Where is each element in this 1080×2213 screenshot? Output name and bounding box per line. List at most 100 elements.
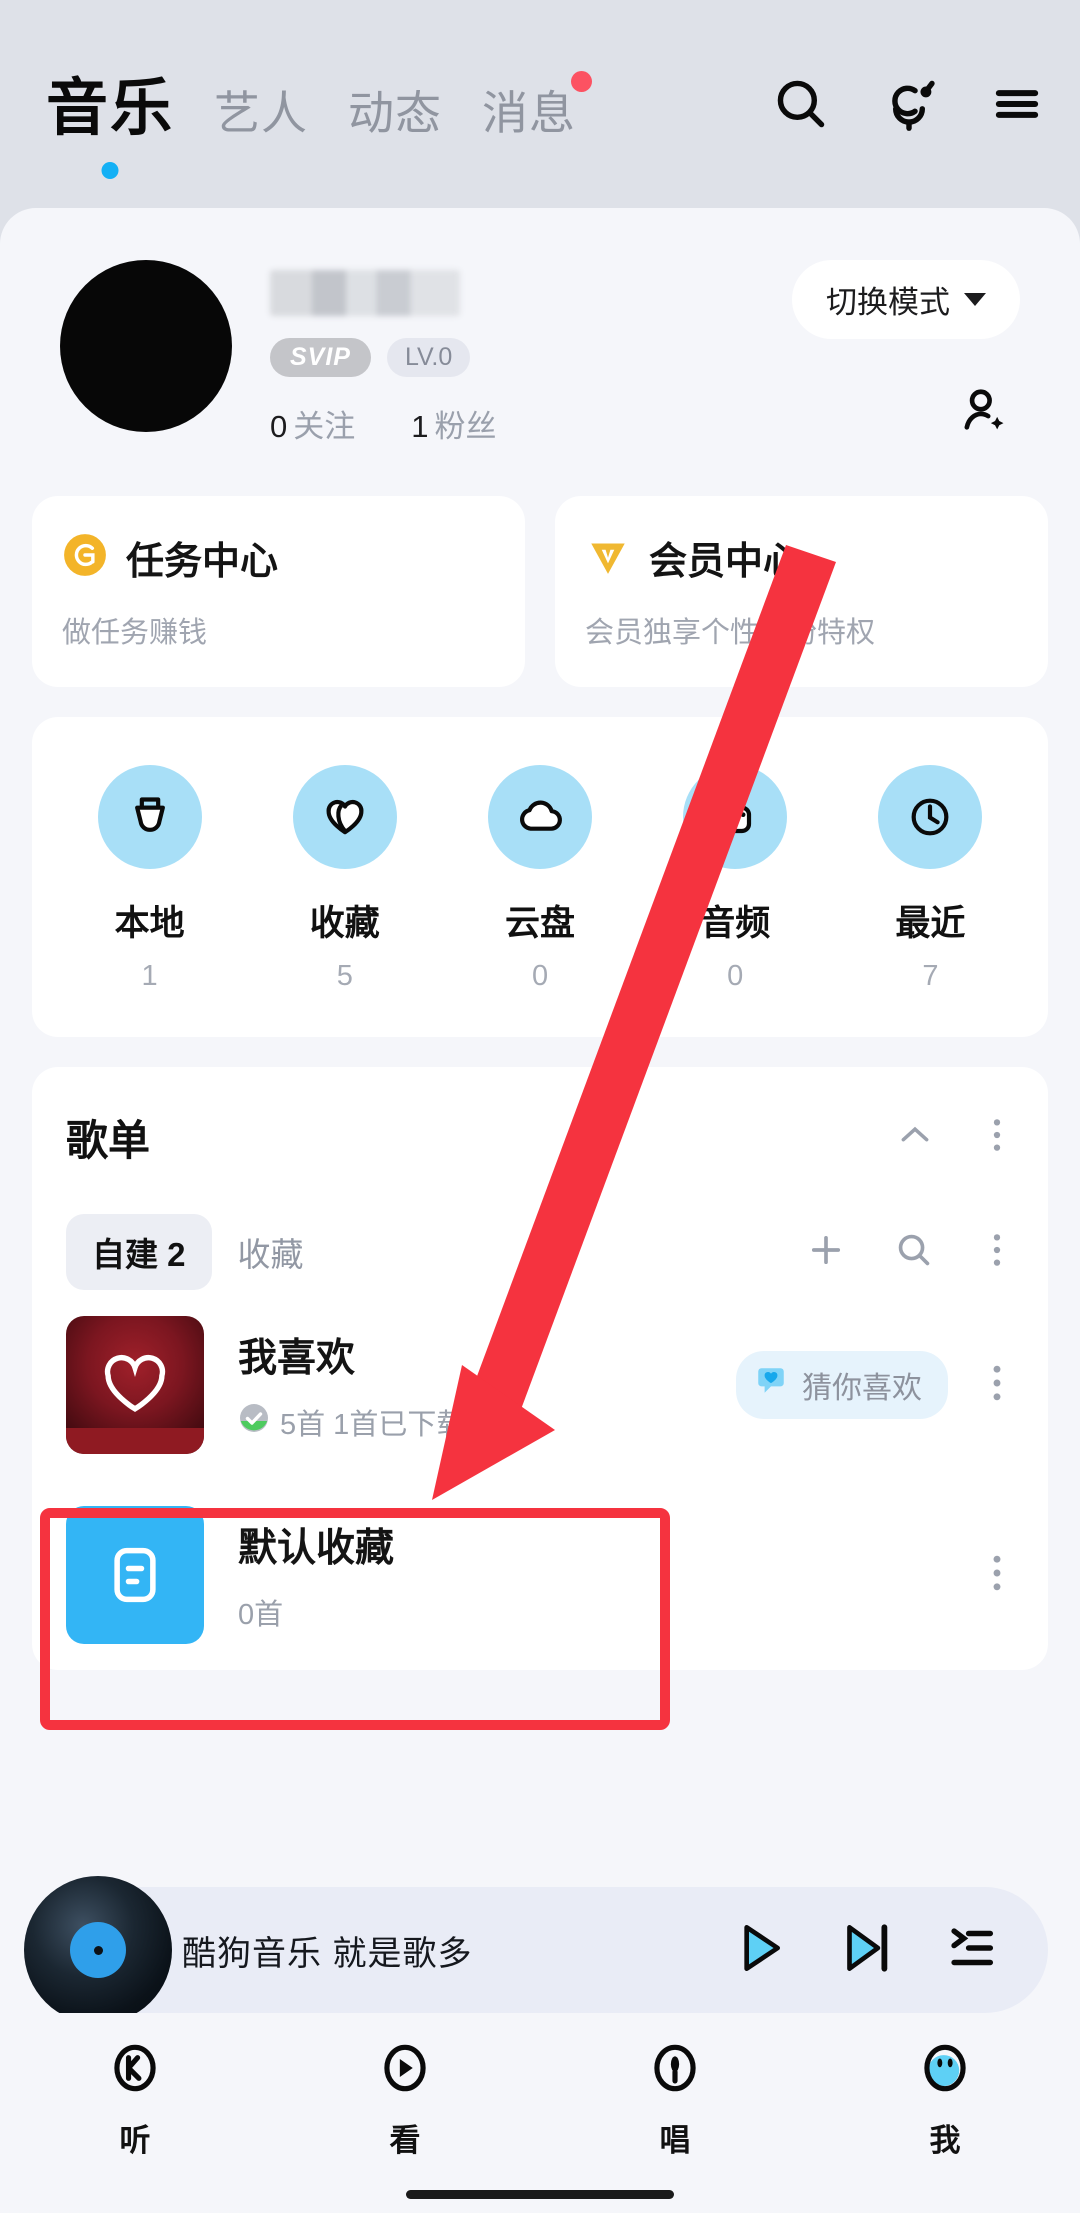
- plus-icon[interactable]: [804, 1228, 848, 1277]
- stat-followers-value: 1: [411, 409, 429, 444]
- switch-mode-button[interactable]: 切换模式: [792, 260, 1020, 339]
- stat-following-label: 关注: [293, 409, 356, 444]
- quick-item-favorite[interactable]: 收藏 5: [247, 765, 442, 993]
- playlist-info: 我喜欢 5首 1首已下载: [238, 1327, 465, 1443]
- task-center-title: 任务中心: [126, 541, 279, 583]
- nav-item-me[interactable]: 我: [810, 2035, 1080, 2160]
- tab-feed-label: 动态: [348, 87, 443, 139]
- quick-item-local[interactable]: 本地 1: [52, 765, 247, 993]
- vinyl-record-icon[interactable]: [24, 1876, 172, 2024]
- tab-messages[interactable]: 消息: [482, 71, 593, 147]
- quick-item-recent-count: 7: [922, 960, 939, 992]
- tab-artist[interactable]: 艺人: [214, 77, 308, 147]
- tab-feed[interactable]: 动态: [348, 77, 442, 147]
- mini-player-title: 酷狗音乐 就是歌多: [182, 1934, 473, 1973]
- vinyl-label: [70, 1922, 126, 1978]
- bottom-navigation: 听 看 唱 我: [0, 2013, 1080, 2213]
- profile-stats: 0 关注 1 粉丝: [270, 401, 497, 446]
- audio-radio-icon: [683, 765, 788, 869]
- playlist-meta: 0首: [238, 1591, 394, 1633]
- profile-right-actions: 切换模式: [792, 260, 1020, 444]
- local-music-icon: [97, 765, 202, 869]
- quick-item-cloud-label: 云盘: [505, 904, 576, 943]
- task-center-card[interactable]: 任务中心 做任务赚钱: [32, 496, 525, 687]
- header-action-icons: [772, 75, 1046, 133]
- me-face-icon: [810, 2035, 1080, 2101]
- nav-item-watch[interactable]: 看: [270, 2035, 540, 2160]
- vip-center-card-head: 会员中心: [585, 530, 1018, 585]
- feature-card-row: 任务中心 做任务赚钱 会员中心 会员独享个性装扮特权: [32, 496, 1048, 687]
- more-vertical-icon[interactable]: [980, 1229, 1014, 1276]
- add-user-icon[interactable]: [954, 383, 1010, 444]
- search-icon[interactable]: [772, 75, 830, 133]
- status-badge-svip[interactable]: SVIP: [270, 338, 371, 377]
- profile-badges: SVIP LV.0: [270, 338, 497, 377]
- quick-item-recent[interactable]: 最近 7: [833, 765, 1028, 993]
- stat-following-value: 0: [270, 409, 288, 444]
- cloud-disk-icon: [488, 765, 592, 869]
- playlist-tab-created[interactable]: 自建 2: [66, 1214, 212, 1290]
- check-circle-icon: [238, 1402, 270, 1442]
- stat-followers[interactable]: 1 粉丝: [411, 401, 496, 446]
- favorite-icon: [292, 765, 397, 869]
- coin-g-icon: [62, 532, 108, 583]
- quick-item-audio[interactable]: 音频 0: [638, 765, 833, 993]
- nav-item-watch-label: 看: [389, 2123, 421, 2158]
- vip-center-title: 会员中心: [649, 541, 802, 583]
- nav-item-listen-label: 听: [119, 2123, 151, 2158]
- playlist-tab-action-icons: [804, 1228, 1014, 1277]
- quick-item-favorite-label: 收藏: [309, 904, 380, 943]
- playlist-section-title: 歌单: [66, 1117, 151, 1164]
- more-vertical-icon[interactable]: [980, 1114, 1014, 1161]
- home-indicator: [406, 2190, 674, 2199]
- menu-icon[interactable]: [988, 75, 1046, 133]
- nav-item-sing[interactable]: 唱: [540, 2035, 810, 2160]
- vip-center-card[interactable]: 会员中心 会员独享个性装扮特权: [555, 496, 1048, 687]
- quick-item-local-label: 本地: [114, 904, 185, 943]
- profile-info: SVIP LV.0 0 关注 1 粉丝: [270, 260, 497, 446]
- play-icon[interactable]: [726, 1917, 788, 1984]
- status-badge-level[interactable]: LV.0: [386, 338, 471, 377]
- quick-item-recent-label: 最近: [895, 904, 966, 943]
- vip-diamond-icon: [585, 532, 631, 583]
- nav-item-listen[interactable]: 听: [0, 2035, 270, 2160]
- switch-mode-label: 切换模式: [826, 285, 950, 320]
- quick-item-cloud-count: 0: [531, 960, 549, 992]
- tab-music[interactable]: 音乐: [46, 57, 175, 179]
- playlist-row-actions: 猜你喜欢: [736, 1351, 1014, 1419]
- playlist-cover-image: [66, 1506, 204, 1644]
- playlist-row-default-collection[interactable]: 默认收藏 0首: [32, 1480, 1048, 1670]
- quick-item-local-count: 1: [141, 960, 158, 992]
- playlist-section-header-icons: [894, 1114, 1014, 1161]
- mini-player-controls: [726, 1917, 1000, 1984]
- sing-mic-icon: [540, 2035, 810, 2101]
- tab-artist-label: 艺人: [214, 87, 309, 139]
- playlist-info: 默认收藏 0首: [238, 1517, 394, 1633]
- playlist-section-header: 歌单: [32, 1107, 1048, 1168]
- playlist-meta: 5首 1首已下载: [238, 1401, 465, 1443]
- quick-item-cloud[interactable]: 云盘 0: [442, 765, 637, 993]
- status-badge-recommended[interactable]: 猜你喜欢: [736, 1351, 948, 1419]
- heart-chat-icon: [754, 1364, 788, 1406]
- playlist-queue-icon[interactable]: [942, 1919, 1000, 1982]
- playlist-name: 默认收藏: [238, 1527, 395, 1570]
- tab-music-label: 音乐: [46, 74, 175, 143]
- more-vertical-icon[interactable]: [980, 1360, 1014, 1411]
- search-icon[interactable]: [892, 1228, 936, 1277]
- avatar[interactable]: [60, 260, 232, 432]
- tab-messages-label: 消息: [482, 87, 577, 139]
- recommended-badge-label: 猜你喜欢: [802, 1372, 922, 1405]
- more-vertical-icon[interactable]: [980, 1550, 1014, 1601]
- playlist-tab-collected[interactable]: 收藏: [212, 1214, 330, 1290]
- playlist-row-favorites[interactable]: 我喜欢 5首 1首已下载 猜你喜欢: [32, 1290, 1048, 1480]
- mini-player[interactable]: 酷狗音乐 就是歌多: [24, 1876, 1048, 2024]
- next-track-icon[interactable]: [834, 1917, 896, 1984]
- stat-following[interactable]: 0 关注: [270, 401, 355, 446]
- playlist-meta-text: 5首 1首已下载: [280, 1409, 466, 1441]
- sing-mic-icon[interactable]: [880, 75, 938, 133]
- playlist-cover-image: [66, 1316, 204, 1454]
- active-tab-indicator-dot: [101, 162, 119, 179]
- chevron-up-icon[interactable]: [894, 1114, 936, 1161]
- playlist-section: 歌单 自建 2 收藏 我喜欢 5首 1首已下载 猜你喜欢 默认收藏 0首: [32, 1067, 1048, 1670]
- task-center-subtitle: 做任务赚钱: [62, 617, 208, 649]
